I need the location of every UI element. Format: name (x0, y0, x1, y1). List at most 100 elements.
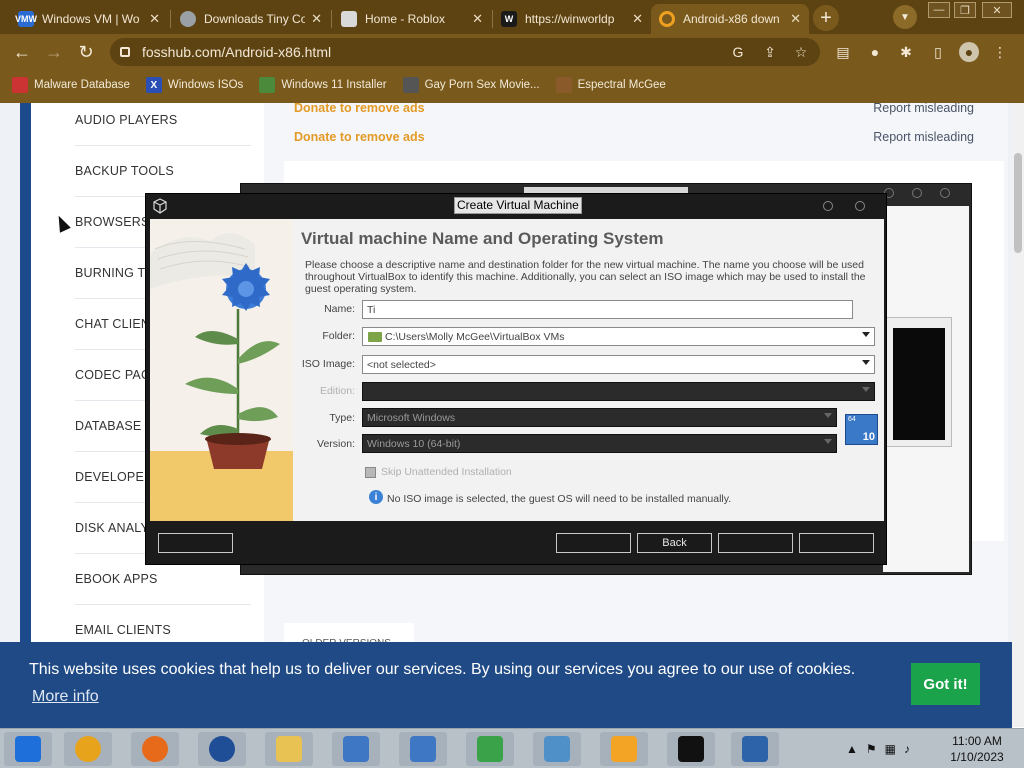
back-button[interactable]: Back (637, 533, 712, 553)
network-status-icon[interactable]: ▦ (885, 742, 896, 756)
bookmark-espectral-mcgee[interactable]: Espectral McGee (555, 77, 666, 93)
folder-select[interactable]: C:\Users\Molly McGee\VirtualBox VMs (362, 327, 875, 346)
close-icon[interactable]: ✕ (632, 11, 643, 27)
firefox-icon[interactable] (131, 732, 179, 766)
close-icon[interactable]: ✕ (790, 11, 801, 27)
tab-search-button[interactable]: ▼ (893, 5, 917, 29)
address-bar[interactable]: fosshub.com/Android-x86.html (110, 38, 820, 66)
file-explorer-icon[interactable] (265, 732, 313, 766)
page-scrollbar[interactable] (1012, 103, 1024, 727)
minimize-icon[interactable] (823, 201, 833, 211)
report-misleading-link[interactable]: Report misleading (873, 103, 974, 115)
side-panel-icon[interactable]: ▯ (928, 42, 948, 62)
profile-extension-icon[interactable]: ● (865, 42, 885, 62)
installer-icon[interactable] (332, 732, 380, 766)
chrome-icon[interactable] (64, 732, 112, 766)
report-misleading-link[interactable]: Report misleading (873, 130, 974, 144)
expert-mode-button[interactable] (556, 533, 631, 553)
installer2-icon[interactable] (399, 732, 447, 766)
back-icon[interactable]: ← (10, 40, 34, 64)
tab-title: Android-x86 down (683, 12, 780, 26)
chevron-down-icon (862, 360, 870, 365)
url-text: fosshub.com/Android-x86.html (142, 44, 332, 60)
category-audio-players[interactable]: AUDIO PLAYERS (75, 103, 251, 146)
winworld-favicon-icon: W (501, 11, 517, 27)
tab-downloads-tiny[interactable]: Downloads Tiny Co ✕ (172, 4, 330, 34)
ad-row: Donate to remove ads Report misleading (294, 103, 984, 122)
iso-image-select[interactable]: <not selected> (362, 355, 875, 374)
chevron-down-icon (824, 413, 832, 418)
close-icon[interactable] (855, 201, 865, 211)
bookmark-windows-isos[interactable]: X Windows ISOs (145, 77, 243, 93)
bookmark-windows11-installer[interactable]: Windows 11 Installer (259, 77, 387, 93)
close-icon[interactable]: ✕ (311, 11, 322, 27)
skip-unattended-label: Skip Unattended Installation (381, 466, 512, 478)
create-vm-dialog: Create Virtual Machine Virtual machine N… (145, 193, 887, 565)
photos-icon[interactable] (4, 732, 52, 766)
menu-icon[interactable]: ⋮ (990, 42, 1010, 62)
description-text: Please choose a descriptive name and des… (305, 259, 866, 295)
info-message: No ISO image is selected, the guest OS w… (387, 493, 732, 505)
tab-winworld[interactable]: W https://winworldp ✕ (493, 4, 651, 34)
clock-date: 1/10/2023 (950, 750, 1004, 764)
vmware-favicon-icon: VMW (15, 11, 37, 27)
type-select: Microsoft Windows (362, 408, 837, 427)
image-viewer-icon[interactable] (533, 732, 581, 766)
new-tab-button[interactable]: + (813, 5, 839, 31)
scrollbar-thumb[interactable] (1014, 153, 1022, 253)
name-input[interactable]: Ti (362, 300, 853, 319)
flag-icon[interactable]: ⚑ (866, 742, 877, 756)
7zip-icon[interactable] (667, 732, 715, 766)
bookmark-movie[interactable]: Gay Porn Sex Movie... (402, 77, 540, 93)
tab-android-x86[interactable]: Android-x86 down ✕ (651, 4, 809, 34)
google-icon[interactable]: G (728, 42, 748, 62)
avatar[interactable]: ● (959, 42, 979, 62)
bookmarks-bar: Malware Database X Windows ISOs Windows 1… (0, 70, 1024, 100)
category-backup-tools[interactable]: BACKUP TOOLS (75, 146, 251, 197)
chevron-down-icon (862, 332, 870, 337)
edition-select (362, 382, 875, 401)
close-icon[interactable]: ✕ (149, 11, 160, 27)
close-window-button[interactable]: ✕ (982, 2, 1012, 18)
extension-flag-icon[interactable]: ▤ (833, 42, 853, 62)
type-label: Type: (329, 412, 355, 424)
share-icon[interactable]: ⇪ (760, 42, 780, 62)
next-button[interactable] (718, 533, 793, 553)
bookmark-star-icon[interactable]: ☆ (791, 42, 811, 62)
network-icon[interactable] (466, 732, 514, 766)
dialog-title-bar: Create Virtual Machine (146, 194, 886, 219)
clock[interactable]: 11:00 AM 1/10/2023 (946, 733, 1008, 765)
fosshub-favicon-icon (659, 11, 675, 27)
bluestacks-icon[interactable] (600, 732, 648, 766)
tab-roblox[interactable]: Home - Roblox ✕ (333, 4, 491, 34)
virtualbox-icon[interactable] (731, 732, 779, 766)
version-select: Windows 10 (64-bit) (362, 434, 837, 453)
folder-label: Folder: (322, 330, 355, 342)
character-icon (555, 77, 572, 93)
donate-link[interactable]: Donate to remove ads (294, 130, 425, 144)
cancel-button[interactable] (799, 533, 874, 553)
reload-icon[interactable]: ↻ (74, 40, 98, 64)
tab-title: Downloads Tiny Co (204, 12, 306, 26)
tab-windows-vm[interactable]: VMW Windows VM | Wo ✕ (10, 4, 168, 34)
forward-icon[interactable]: → (42, 40, 66, 64)
restore-button[interactable]: ❐ (954, 2, 976, 18)
chevron-down-icon (824, 439, 832, 444)
close-icon[interactable]: ✕ (472, 11, 483, 27)
window-control-icon[interactable] (912, 188, 922, 198)
more-info-link[interactable]: More info (32, 688, 99, 706)
obama-logo-icon[interactable] (198, 732, 246, 766)
minimize-button[interactable]: — (928, 2, 950, 18)
donate-link[interactable]: Donate to remove ads (294, 103, 425, 115)
puzzle-icon[interactable]: ✱ (896, 42, 916, 62)
cookie-banner: This website uses cookies that help us t… (0, 642, 1012, 728)
show-hidden-icons-icon[interactable]: ▲ (846, 742, 858, 756)
window-control-icon[interactable] (940, 188, 950, 198)
name-label: Name: (324, 303, 355, 315)
help-button[interactable] (158, 533, 233, 553)
bookmark-malware-database[interactable]: Malware Database (12, 77, 130, 93)
accept-cookies-button[interactable]: Got it! (911, 663, 980, 705)
volume-icon[interactable]: ♪ (904, 742, 910, 756)
globe-favicon-icon (180, 11, 196, 27)
version-label: Version: (317, 438, 355, 450)
